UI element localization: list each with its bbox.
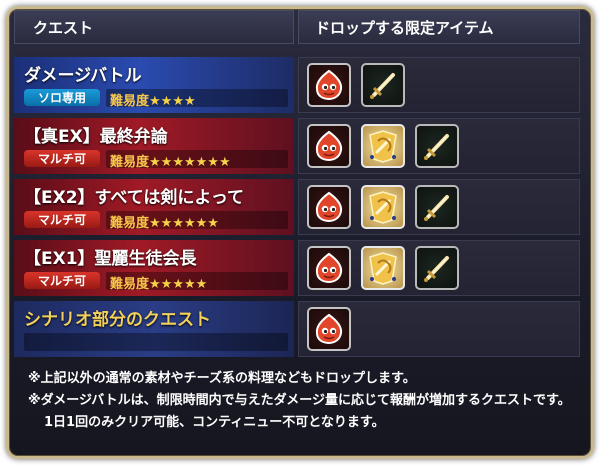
difficulty-stars: ★★★★★: [149, 277, 208, 292]
difficulty-stars: ★★★★★★: [149, 216, 219, 231]
red-blob-icon[interactable]: [307, 185, 351, 229]
difficulty: 難易度★★★★: [110, 90, 196, 109]
difficulty: 難易度★★★★★★: [110, 212, 219, 231]
quest-title: 【真EX】最終弁論: [24, 127, 168, 147]
golden-medal-icon[interactable]: [361, 185, 405, 229]
quest-title: シナリオ部分のクエスト: [24, 310, 211, 330]
multi-ok-badge: マルチ可: [24, 272, 100, 289]
sword-icon[interactable]: [415, 246, 459, 290]
note-line: ※ダメージバトルは、制限時間内で与えたダメージ量に応じて報酬が増加するクエストで…: [28, 393, 571, 408]
quest-title: 【EX1】聖麗生徒会長: [24, 249, 197, 269]
quest-row: ダメージバトル ソロ専用 難易度★★★★: [14, 57, 580, 113]
quest-column-header: クエスト: [14, 10, 294, 44]
drop-cell: [298, 301, 580, 357]
drop-cell: [298, 57, 580, 113]
golden-medal-icon[interactable]: [361, 124, 405, 168]
difficulty: 難易度★★★★★★★: [110, 151, 231, 170]
difficulty: 難易度★★★★★: [110, 273, 207, 292]
quest-cell: シナリオ部分のクエスト: [14, 301, 294, 357]
difficulty-strip: [24, 333, 288, 351]
sword-icon[interactable]: [361, 63, 405, 107]
difficulty-label: 難易度: [110, 155, 150, 170]
sword-icon[interactable]: [415, 124, 459, 168]
quest-title: ダメージバトル: [24, 66, 142, 86]
quest-cell: 【EX2】すべては剣によって マルチ可 難易度★★★★★★: [14, 179, 294, 235]
drop-cell: [298, 179, 580, 235]
red-blob-icon[interactable]: [307, 63, 351, 107]
multi-ok-badge: マルチ可: [24, 211, 100, 228]
drop-cell: [298, 240, 580, 296]
difficulty-label: 難易度: [110, 216, 150, 231]
difficulty-stars: ★★★★★★★: [149, 155, 231, 170]
red-blob-icon[interactable]: [307, 124, 351, 168]
red-blob-icon[interactable]: [307, 307, 351, 351]
multi-ok-badge: マルチ可: [24, 150, 100, 167]
quest-cell: 【真EX】最終弁論 マルチ可 難易度★★★★★★★: [14, 118, 294, 174]
drop-column-header: ドロップする限定アイテム: [298, 10, 580, 44]
quest-cell: 【EX1】聖麗生徒会長 マルチ可 難易度★★★★★: [14, 240, 294, 296]
difficulty-label: 難易度: [110, 277, 150, 292]
drop-cell: [298, 118, 580, 174]
quest-title: 【EX2】すべては剣によって: [24, 188, 244, 208]
golden-medal-icon[interactable]: [361, 246, 405, 290]
notes: ※上記以外の通常の素材やチーズ系の料理などもドロップします。 ※ダメージバトルは…: [28, 368, 584, 434]
solo-only-badge: ソロ専用: [24, 89, 100, 106]
red-blob-icon[interactable]: [307, 246, 351, 290]
quest-row: 【EX1】聖麗生徒会長 マルチ可 難易度★★★★★: [14, 240, 580, 296]
note-line: ※上記以外の通常の素材やチーズ系の料理などもドロップします。: [28, 371, 416, 386]
quest-cell: ダメージバトル ソロ専用 難易度★★★★: [14, 57, 294, 113]
note-line: 1日1回のみクリア可能、コンティニュー不可となります。: [44, 415, 385, 430]
sword-icon[interactable]: [415, 185, 459, 229]
quest-row: 【真EX】最終弁論 マルチ可 難易度★★★★★★★: [14, 118, 580, 174]
difficulty-stars: ★★★★: [149, 94, 196, 109]
quest-row: 【EX2】すべては剣によって マルチ可 難易度★★★★★★: [14, 179, 580, 235]
difficulty-label: 難易度: [110, 94, 150, 109]
quest-row: シナリオ部分のクエスト: [14, 301, 580, 357]
